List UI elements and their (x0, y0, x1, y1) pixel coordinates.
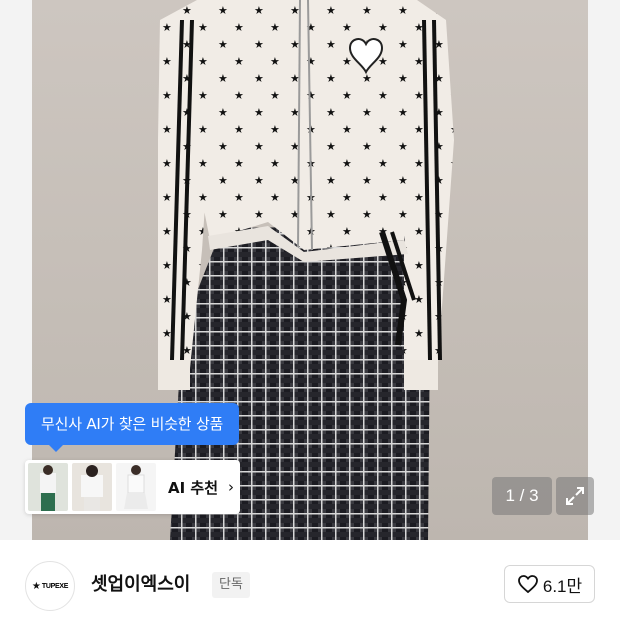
ai-thumbnail-2[interactable] (72, 463, 112, 511)
product-photo[interactable]: ★ ★ (32, 0, 588, 540)
ai-recommend-card[interactable]: AI 추천 › (25, 460, 240, 514)
ai-tooltip-text: 무신사 AI가 찾은 비슷한 상품 (41, 415, 224, 433)
product-image-carousel[interactable]: ★ ★ (0, 0, 620, 540)
brand-name-link[interactable]: 셋업이엑스이 (91, 570, 190, 596)
like-count: 6.1만 (542, 576, 583, 596)
ai-similar-products-tooltip[interactable]: 무신사 AI가 찾은 비슷한 상품 (25, 403, 240, 452)
ai-recommend-button[interactable]: AI 추천 › (168, 477, 234, 498)
ai-thumbnail-2-image (72, 463, 112, 511)
brand-name: 셋업이엑스이 (91, 574, 191, 595)
ai-thumbnail-3[interactable] (116, 463, 156, 511)
brand-logo[interactable]: ★ TUPEXE (25, 561, 75, 611)
ai-thumbnail-3-image (116, 463, 156, 511)
ai-recommend-label: AI 추천 (168, 478, 219, 497)
exclusive-badge: 단독 (212, 572, 250, 598)
ai-thumbnail-1-image (28, 463, 68, 511)
exclusive-badge-text: 단독 (219, 577, 243, 592)
like-button[interactable]: 6.1만 (504, 565, 595, 603)
expand-icon (566, 487, 584, 505)
image-page-counter: 1 / 3 (492, 477, 552, 515)
ai-thumbnail-1[interactable] (28, 463, 68, 511)
chevron-right-icon: › (228, 478, 235, 496)
brand-logo-text: TUPEXE (41, 582, 69, 590)
expand-image-button[interactable] (556, 477, 594, 515)
image-page-counter-text: 1 / 3 (505, 486, 539, 505)
star-icon: ★ (31, 580, 41, 592)
heart-icon (517, 574, 539, 594)
product-photo-illustration: ★ ★ (158, 0, 454, 540)
